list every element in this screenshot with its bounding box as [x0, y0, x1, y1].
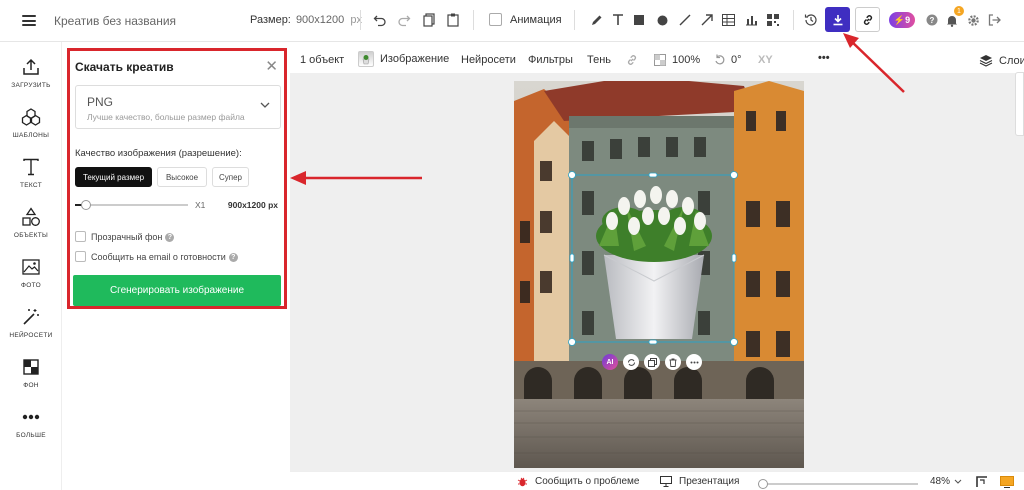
annotation-arrows [290, 33, 905, 185]
zoom-thumb[interactable] [758, 479, 768, 489]
chevron-down-icon [954, 479, 962, 484]
bottom-bar: Сообщить о проблеме Презентация 48% [290, 471, 1024, 490]
bug-icon [517, 477, 528, 487]
zoom-value[interactable]: 48% [930, 476, 962, 487]
fit-screen-icon[interactable] [976, 476, 988, 488]
report-problem-button[interactable]: Сообщить о проблеме [517, 476, 639, 487]
zoom-slider[interactable] [758, 479, 918, 489]
presentation-button[interactable]: Презентация [660, 476, 739, 487]
screen-mode-icon[interactable] [1000, 476, 1014, 488]
monitor-icon [660, 476, 672, 487]
